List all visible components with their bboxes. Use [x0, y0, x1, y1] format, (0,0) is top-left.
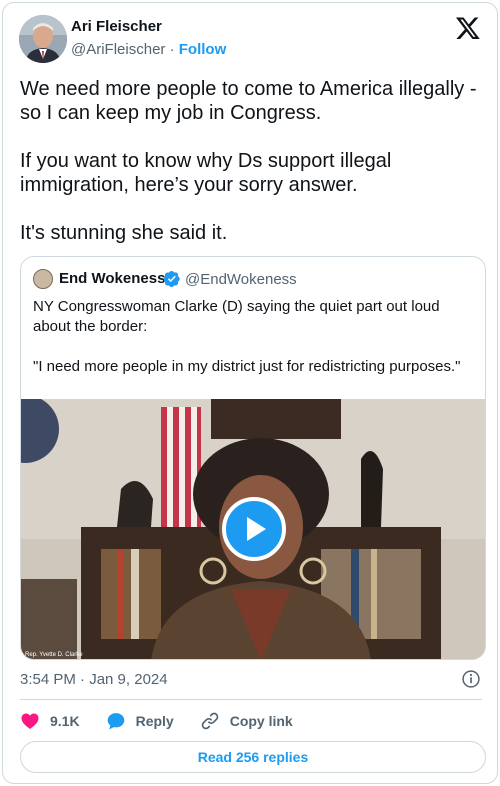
like-button[interactable]: 9.1K	[20, 711, 80, 731]
tweet-paragraph: We need more people to come to America i…	[20, 78, 477, 124]
author-handle-row: @AriFleischer · Follow	[71, 41, 226, 58]
play-button[interactable]	[222, 497, 286, 561]
video-player[interactable]: Rep. Yvette D. Clarke	[21, 399, 485, 659]
divider	[20, 699, 482, 700]
separator-dot: ·	[169, 41, 175, 58]
quote-author-name[interactable]: End Wokeness	[59, 270, 165, 287]
x-logo-icon[interactable]	[455, 15, 481, 41]
reply-button[interactable]: Reply	[106, 711, 174, 731]
follow-button[interactable]: Follow	[179, 41, 227, 58]
link-icon	[201, 712, 218, 730]
quoted-tweet[interactable]: End Wokeness @EndWokeness NY Congresswom…	[20, 256, 486, 660]
reply-label: Reply	[135, 713, 174, 729]
tweet-timestamp[interactable]: 3:54 PM · Jan 9, 2024	[20, 671, 168, 688]
verified-badge-icon	[163, 270, 180, 288]
read-replies-button[interactable]: Read 256 replies	[20, 741, 486, 773]
info-icon[interactable]	[461, 669, 481, 689]
quote-paragraph: "I need more people in my district just …	[33, 358, 461, 375]
tweet-paragraph: It's stunning she said it.	[20, 222, 228, 244]
quote-text: NY Congresswoman Clarke (D) saying the q…	[33, 297, 473, 397]
speech-bubble-icon	[107, 713, 124, 730]
quote-author-avatar[interactable]	[33, 269, 53, 289]
author-avatar[interactable]	[19, 15, 67, 63]
author-handle[interactable]: @AriFleischer	[71, 41, 165, 58]
copy-link-button[interactable]: Copy link	[200, 711, 293, 731]
heart-icon	[21, 713, 39, 729]
tweet-paragraph: If you want to know why Ds support illeg…	[20, 150, 392, 196]
tweet-card: Ari Fleischer @AriFleischer · Follow We …	[2, 2, 498, 784]
tweet-text: We need more people to come to America i…	[20, 77, 490, 269]
quote-paragraph: NY Congresswoman Clarke (D) saying the q…	[33, 298, 440, 335]
author-name[interactable]: Ari Fleischer	[71, 18, 162, 35]
copy-link-label: Copy link	[229, 713, 293, 729]
play-icon	[247, 517, 266, 541]
like-count: 9.1K	[50, 713, 80, 729]
video-caption: Rep. Yvette D. Clarke	[25, 652, 83, 658]
quote-author-handle[interactable]: @EndWokeness	[185, 271, 297, 288]
action-bar: 9.1K Reply Copy link	[20, 709, 319, 733]
